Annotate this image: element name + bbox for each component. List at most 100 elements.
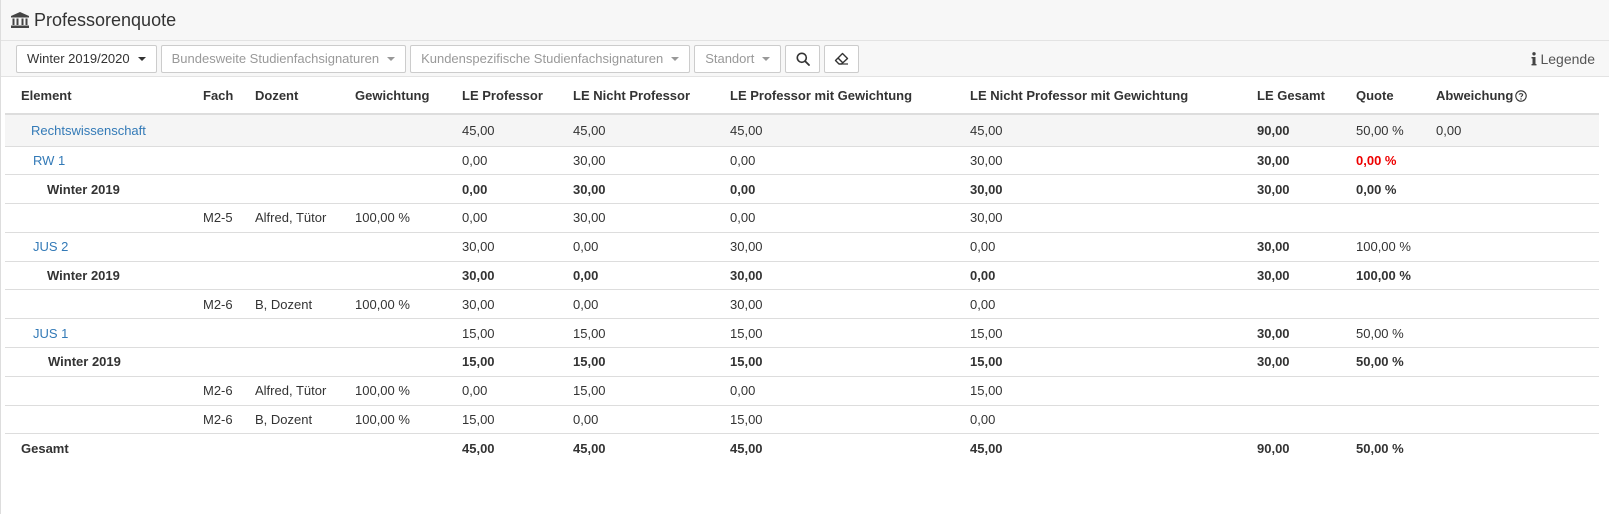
abweichung-cell (1420, 146, 1599, 176)
col-quote[interactable]: Quote (1340, 77, 1420, 115)
quote-cell: 50,00 % (1340, 347, 1420, 377)
legend-label: Legende (1540, 51, 1595, 67)
abweichung-cell (1420, 174, 1599, 205)
gewichtung-cell: 100,00 % (339, 405, 446, 435)
le-gesamt-cell: 30,00 (1241, 347, 1340, 377)
table-row: Winter 2019 30,00 0,00 30,00 0,00 30,00 … (5, 261, 1599, 291)
le-nicht-professor-gew-cell: 0,00 (954, 232, 1241, 262)
element-link[interactable]: JUS 2 (21, 239, 68, 254)
table-row: M2-6 B, Dozent 100,00 % 15,00 0,00 15,00… (5, 405, 1599, 435)
le-gesamt-cell (1241, 289, 1340, 320)
le-professor-cell: 30,00 (446, 261, 557, 291)
abweichung-cell (1420, 261, 1599, 291)
le-professor-gew-cell: 15,00 (714, 405, 954, 435)
le-nicht-professor-cell: 45,00 (557, 114, 714, 147)
le-professor-cell: 30,00 (446, 289, 557, 320)
question-circle-icon[interactable] (1515, 90, 1528, 102)
le-professor-gew-cell: 0,00 (714, 174, 954, 205)
col-le-professor-gewichtung[interactable]: LE Professor mit Gewichtung (714, 77, 954, 115)
quote-cell (1340, 289, 1420, 320)
quota-table: Element Fach Dozent Gewichtung LE Profes… (5, 77, 1599, 463)
dozent-cell (239, 318, 339, 349)
fach-cell (187, 232, 239, 262)
fach-cell (187, 261, 239, 291)
abweichung-cell: 0,00 (1420, 114, 1599, 147)
col-dozent[interactable]: Dozent (239, 77, 339, 115)
abweichung-cell (1420, 232, 1599, 262)
le-nicht-professor-cell: 0,00 (557, 261, 714, 291)
fach-cell (187, 318, 239, 349)
dozent-cell (239, 146, 339, 176)
gewichtung-cell (339, 232, 446, 262)
title-bar: Professorenquote (1, 0, 1609, 41)
fach-cell: M2-6 (187, 376, 239, 406)
col-le-professor[interactable]: LE Professor (446, 77, 557, 115)
element-link[interactable]: RW 1 (21, 153, 65, 168)
le-nicht-professor-gew-cell: 30,00 (954, 146, 1241, 176)
le-gesamt-cell: 30,00 (1241, 261, 1340, 291)
fach-cell (187, 434, 239, 463)
le-gesamt-cell: 90,00 (1257, 441, 1290, 457)
le-gesamt-cell: 30,00 (1241, 232, 1340, 262)
col-le-nicht-professor[interactable]: LE Nicht Professor (557, 77, 714, 115)
fach-cell (187, 347, 239, 377)
abweichung-cell (1420, 434, 1599, 463)
caret-down-icon (137, 56, 146, 61)
gewichtung-cell (339, 434, 446, 463)
caret-down-icon (387, 56, 396, 61)
bundesweit-dropdown[interactable]: Bundesweite Studienfachsignaturen (160, 44, 407, 73)
col-le-nicht-professor-gewichtung[interactable]: LE Nicht Professor mit Gewichtung (954, 77, 1241, 115)
row-element-cell (5, 289, 187, 320)
element-link[interactable]: JUS 1 (21, 326, 68, 341)
col-element[interactable]: Element (5, 77, 187, 115)
le-gesamt-cell: 90,00 (1241, 114, 1340, 147)
gewichtung-cell (339, 261, 446, 291)
fach-cell (187, 114, 239, 147)
le-nicht-professor-gew-cell: 45,00 (970, 441, 1003, 457)
fach-cell (187, 146, 239, 176)
fach-cell (187, 174, 239, 205)
element-link[interactable]: Rechtswissenschaft (21, 123, 146, 138)
col-abweichung[interactable]: Abweichung (1420, 77, 1599, 115)
info-icon (1531, 52, 1537, 66)
institution-icon (11, 12, 29, 28)
le-professor-gew-cell: 15,00 (714, 318, 954, 349)
legend-link[interactable]: Legende (1531, 41, 1595, 77)
bundesweit-dropdown-label: Bundesweite Studienfachsignaturen (171, 51, 380, 66)
col-abweichung-label: Abweichung (1436, 87, 1514, 103)
clear-filter-button[interactable] (824, 44, 860, 73)
table-header-row: Element Fach Dozent Gewichtung LE Profes… (5, 77, 1599, 115)
le-professor-gew-cell: 45,00 (730, 441, 763, 457)
caret-down-icon (671, 56, 680, 61)
semester-dropdown[interactable]: Winter 2019/2020 (16, 44, 157, 73)
le-nicht-professor-gew-cell: 0,00 (954, 289, 1241, 320)
dozent-cell: Alfred, Tütor (239, 376, 339, 406)
standort-dropdown[interactable]: Standort (694, 44, 782, 73)
kundenspezifisch-dropdown[interactable]: Kundenspezifische Studienfachsignaturen (410, 44, 691, 73)
quote-cell: 50,00 % (1356, 441, 1404, 457)
abweichung-cell (1420, 203, 1599, 233)
table-row: M2-6 Alfred, Tütor 100,00 % 0,00 15,00 0… (5, 376, 1599, 406)
search-icon (796, 52, 810, 66)
le-nicht-professor-gew-cell: 30,00 (954, 203, 1241, 233)
search-button[interactable] (785, 44, 821, 73)
dozent-cell: B, Dozent (239, 405, 339, 435)
row-element-cell: RW 1 (5, 146, 187, 176)
col-le-gesamt[interactable]: LE Gesamt (1241, 77, 1340, 115)
le-nicht-professor-cell: 0,00 (557, 289, 714, 320)
semester-dropdown-label: Winter 2019/2020 (27, 51, 130, 66)
col-fach[interactable]: Fach (187, 77, 239, 115)
col-gewichtung[interactable]: Gewichtung (339, 77, 446, 115)
semester-label: Winter 2019 (47, 181, 120, 197)
le-gesamt-cell: 30,00 (1241, 174, 1340, 205)
le-professor-cell: 0,00 (446, 203, 557, 233)
le-professor-gew-cell: 30,00 (714, 261, 954, 291)
le-gesamt-cell (1241, 203, 1340, 233)
le-nicht-professor-cell: 45,00 (573, 441, 606, 457)
row-element-cell: Winter 2019 (5, 347, 187, 377)
row-element-cell (5, 203, 187, 233)
gewichtung-cell (339, 114, 446, 147)
gewichtung-cell (339, 174, 446, 205)
le-gesamt-cell (1241, 405, 1340, 435)
le-professor-cell: 30,00 (446, 232, 557, 262)
